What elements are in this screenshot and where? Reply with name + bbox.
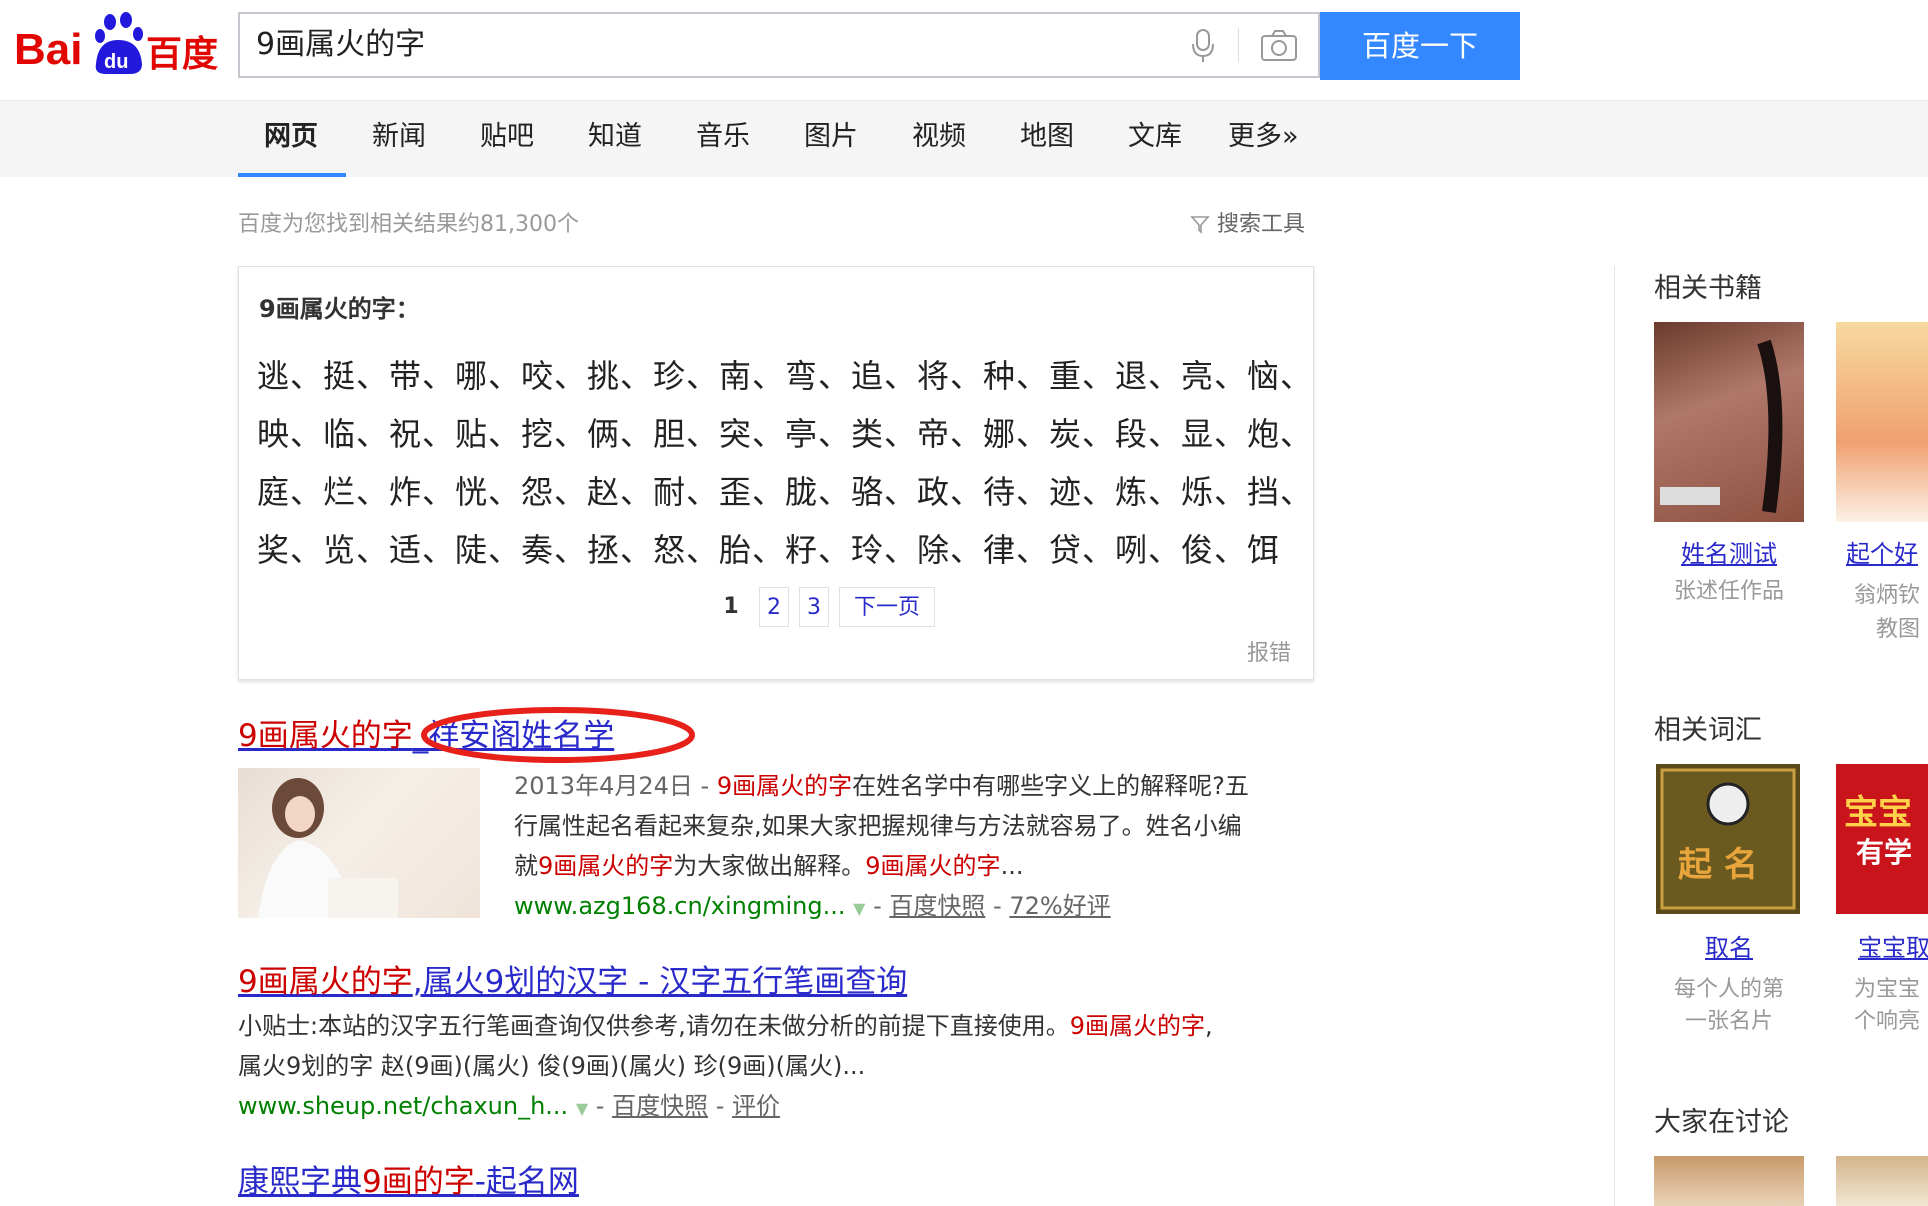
rating-link[interactable]: 72%好评 xyxy=(1009,892,1110,920)
search-button[interactable]: 百度一下 xyxy=(1320,12,1520,80)
result-snippet: 2013年4月24日 - 9画属火的字在姓名学中有哪些字义上的解释呢?五 行属性… xyxy=(514,766,1314,929)
search-box[interactable]: 9画属火的字 xyxy=(238,12,1320,78)
word-title-link[interactable]: 宝宝取 xyxy=(1836,928,1928,963)
snippet-highlight: 9画属火的字 xyxy=(538,852,674,880)
cache-link[interactable]: 百度快照 xyxy=(889,892,985,920)
svg-text:有学: 有学 xyxy=(1856,836,1912,869)
word-desc: 一张名片 xyxy=(1684,1009,1773,1034)
title-highlight: 9画属火的字 xyxy=(238,718,413,754)
char-row: 逃、挺、带、哪、咬、挑、珍、南、弯、追、将、种、重、退、亮、恼、 xyxy=(257,357,1314,395)
page-3[interactable]: 3 xyxy=(799,587,829,627)
word-image[interactable]: 起 名 xyxy=(1656,764,1800,914)
book-cover[interactable] xyxy=(1836,322,1928,522)
search-tools-label: 搜索工具 xyxy=(1217,212,1306,237)
book-cover[interactable] xyxy=(1654,322,1804,522)
word-desc: 每个人的第 xyxy=(1673,977,1784,1002)
svg-text:宝宝: 宝宝 xyxy=(1844,793,1912,833)
logo-du: du xyxy=(104,51,128,73)
dropdown-arrow-icon[interactable]: ▼ xyxy=(853,899,865,918)
camera-icon[interactable] xyxy=(1260,28,1298,62)
microphone-icon[interactable] xyxy=(1186,28,1220,64)
tab-web[interactable]: 网页 xyxy=(264,117,318,157)
card-title: 9画属火的字： xyxy=(259,295,420,323)
book-author: 翁炳钦 xyxy=(1854,583,1921,608)
book-author: 张述任作品 xyxy=(1673,579,1784,604)
tab-music[interactable]: 音乐 xyxy=(696,117,750,157)
cache-link[interactable]: 百度快照 xyxy=(612,1092,708,1120)
snippet-text: 属火9划的字 赵(9画)(属火) 俊(9画)(属火) 珍(9画)(属火)... xyxy=(238,1052,866,1080)
discussion-image[interactable] xyxy=(1836,1156,1928,1206)
book-title-link[interactable]: 姓名测试 xyxy=(1654,534,1804,569)
snippet-text: , xyxy=(1205,1012,1213,1040)
next-page-button[interactable]: 下一页 xyxy=(839,587,935,627)
rating-link[interactable]: 评价 xyxy=(732,1092,780,1120)
snippet-text: 为大家做出解释。 xyxy=(673,852,866,880)
answer-card: 9画属火的字： 逃、挺、带、哪、咬、挑、珍、南、弯、追、将、种、重、退、亮、恼、… xyxy=(238,266,1314,680)
word-image[interactable]: 宝宝 有学 xyxy=(1836,764,1928,914)
report-error-link[interactable]: 报错 xyxy=(1247,635,1291,667)
filter-icon xyxy=(1190,212,1217,237)
page-1: 1 xyxy=(723,594,739,619)
title-highlight: 9画的字 xyxy=(362,1164,475,1200)
result-url[interactable]: www.sheup.net/chaxun_h... xyxy=(238,1092,568,1120)
tab-tieba[interactable]: 贴吧 xyxy=(480,117,534,157)
word-title-link[interactable]: 取名 xyxy=(1654,928,1804,963)
book-title-link[interactable]: 起个好 xyxy=(1836,534,1928,569)
logo-bai: Bai xyxy=(14,25,82,74)
snippet-highlight: 9画属火的字 xyxy=(716,772,853,800)
snippet-text: ... xyxy=(1000,852,1024,880)
baidu-logo[interactable]: Bai du 百度 xyxy=(14,12,220,82)
word-desc: 为宝宝 xyxy=(1854,977,1921,1002)
tab-video[interactable]: 视频 xyxy=(912,117,966,157)
result-count: 百度为您找到相关结果约81,300个 xyxy=(238,212,579,237)
red-annotation-ellipse xyxy=(418,704,698,770)
dropdown-arrow-icon[interactable]: ▼ xyxy=(576,1099,588,1118)
result-url[interactable]: www.azg168.cn/xingming... xyxy=(514,892,845,920)
word-desc: 个响亮 xyxy=(1854,1009,1921,1034)
page-2[interactable]: 2 xyxy=(759,587,789,627)
tab-wenku[interactable]: 文库 xyxy=(1128,117,1182,157)
sidebar-divider xyxy=(1614,266,1615,1206)
result-title[interactable]: 9画属火的字,属火9划的汉字 - 汉字五行笔画查询 xyxy=(238,956,907,1001)
snippet-text: 就 xyxy=(514,852,538,880)
char-row: 庭、烂、炸、恍、怨、赵、耐、歪、胧、骆、政、待、迹、炼、烁、挡、 xyxy=(257,473,1314,511)
snippet-text: 在姓名学中有哪些字义上的解释呢?五 xyxy=(852,772,1249,800)
book-author: 教图 xyxy=(1876,617,1921,642)
header: Bai du 百度 9画属火的字 百度一下 xyxy=(0,0,1928,101)
snippet-highlight: 9画属火的字 xyxy=(865,852,1001,880)
tab-images[interactable]: 图片 xyxy=(804,117,858,157)
char-row: 奖、览、适、陡、奏、拯、怒、胎、籽、玲、除、律、贷、咧、俊、饵 xyxy=(257,531,1281,569)
related-words-heading: 相关词汇 xyxy=(1654,715,1762,746)
tab-map[interactable]: 地图 xyxy=(1020,117,1074,157)
tab-more[interactable]: 更多» xyxy=(1228,117,1299,157)
snippet-text: 行属性起名看起来复杂,如果大家把握规律与方法就容易了。姓名小编 xyxy=(514,812,1242,840)
title-text: -起名网 xyxy=(474,1164,579,1200)
active-tab-indicator xyxy=(238,173,346,177)
discussion-heading: 大家在讨论 xyxy=(1654,1107,1789,1138)
result-title[interactable]: 康熙字典9画的字-起名网 xyxy=(238,1156,579,1201)
svg-text:起 名: 起 名 xyxy=(1678,845,1758,885)
tab-news[interactable]: 新闻 xyxy=(372,117,426,157)
result-date: 2013年4月24日 - xyxy=(514,772,717,800)
divider xyxy=(1238,28,1239,62)
char-row: 映、临、祝、贴、挖、俩、胆、突、亭、类、帝、娜、炭、段、显、炮、 xyxy=(257,415,1314,453)
search-tools[interactable]: 搜索工具 xyxy=(1190,206,1305,238)
logo-chinese: 百度 xyxy=(146,34,218,75)
tab-zhidao[interactable]: 知道 xyxy=(588,117,642,157)
title-highlight: 9画属火的字 xyxy=(238,964,413,1000)
title-text: 康熙字典 xyxy=(238,1164,362,1200)
related-books-heading: 相关书籍 xyxy=(1654,273,1762,304)
result-snippet: 小贴士:本站的汉字五行笔画查询仅供参考,请勿在未做分析的前提下直接使用。9画属火… xyxy=(238,1006,1318,1129)
tab-bar: 网页 新闻 贴吧 知道 音乐 图片 视频 地图 文库 更多» xyxy=(0,101,1928,177)
discussion-image[interactable] xyxy=(1654,1156,1804,1206)
result-thumbnail[interactable] xyxy=(238,768,480,918)
title-text: ,属火9划的汉字 - 汉字五行笔画查询 xyxy=(412,964,908,1000)
snippet-highlight: 9画属火的字 xyxy=(1069,1012,1205,1040)
search-input[interactable]: 9画属火的字 xyxy=(256,14,425,76)
snippet-text: 小贴士:本站的汉字五行笔画查询仅供参考,请勿在未做分析的前提下直接使用。 xyxy=(238,1012,1070,1040)
